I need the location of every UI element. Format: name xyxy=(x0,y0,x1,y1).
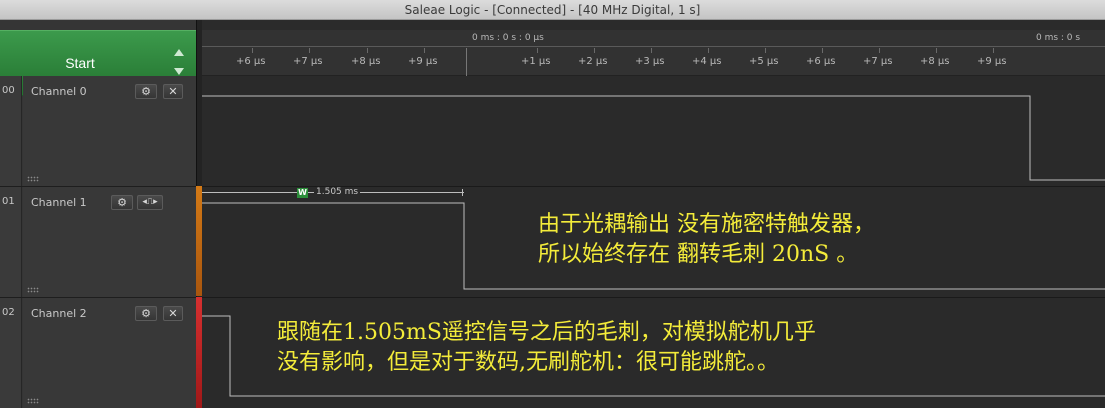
tick-label: +2 μs xyxy=(578,56,608,67)
channel-0-waveform xyxy=(202,95,1105,181)
channel-name[interactable]: Channel 2 xyxy=(31,307,87,320)
tick-mark xyxy=(993,48,994,53)
annotation-line: 没有影响，但是对于数码,无刷舵机：很可能跳舵。。 xyxy=(277,350,779,375)
tick-mark xyxy=(424,48,425,53)
channel-number: 00 xyxy=(2,85,15,96)
tick-mark xyxy=(879,48,880,53)
channel-label-area: Channel 1 ⚙ ◂⎍▸ xyxy=(23,187,196,297)
channel-name[interactable]: Channel 0 xyxy=(31,85,87,98)
tick-label: +7 μs xyxy=(863,56,893,67)
tick-mark xyxy=(936,48,937,53)
drag-grip-icon[interactable] xyxy=(27,176,39,182)
channel-row-1: 01 Channel 1 ⚙ ◂⎍▸ xyxy=(0,187,196,297)
time-origin-marker xyxy=(466,48,467,76)
time-marker-label: 0 ms : 0 s : 0 μs xyxy=(472,33,544,43)
annotation-line: 由于光耦输出 没有施密特触发器， xyxy=(538,212,875,237)
channel-number: 02 xyxy=(2,307,15,318)
tick-label: +9 μs xyxy=(977,56,1007,67)
width-measure-end xyxy=(462,189,463,196)
channel-label-area: Channel 2 ⚙ ✕ xyxy=(23,298,196,408)
scroll-down-arrow-icon[interactable] xyxy=(174,68,184,75)
tick-label: +3 μs xyxy=(635,56,665,67)
tick-label: +8 μs xyxy=(351,56,381,67)
channel-row-2: 02 Channel 2 ⚙ ✕ xyxy=(0,298,196,408)
channel-name[interactable]: Channel 1 xyxy=(31,196,87,209)
annotation-text-2: 跟随在1.505mS遥控信号之后的毛刺，对模拟舵机几乎 没有影响，但是对于数码,… xyxy=(277,318,816,378)
drag-grip-icon[interactable] xyxy=(27,398,39,404)
width-badge[interactable]: W xyxy=(297,188,308,198)
tick-label: +4 μs xyxy=(692,56,722,67)
scroll-up-arrow-icon[interactable] xyxy=(174,49,184,56)
ruler-line xyxy=(202,46,1105,47)
channel-stripe: 01 xyxy=(0,187,22,297)
close-icon[interactable]: ✕ xyxy=(163,306,183,321)
drag-grip-icon[interactable] xyxy=(27,287,39,293)
pulse-width-label: 1.505 ms xyxy=(314,187,361,197)
divider xyxy=(202,186,1105,187)
divider xyxy=(202,297,1105,298)
gear-icon[interactable]: ⚙ xyxy=(135,84,157,99)
channel-label-area: Channel 0 ⚙ ✕ xyxy=(23,76,196,186)
tick-label: +8 μs xyxy=(920,56,950,67)
channel-number: 01 xyxy=(2,196,15,207)
tick-mark xyxy=(309,48,310,53)
gear-icon[interactable]: ⚙ xyxy=(111,195,133,210)
tick-label: +5 μs xyxy=(749,56,779,67)
annotation-line: 跟随在1.505mS遥控信号之后的毛刺，对模拟舵机几乎 xyxy=(277,320,816,345)
window-title: Saleae Logic - [Connected] - [40 MHz Dig… xyxy=(0,0,1105,20)
tick-label: +9 μs xyxy=(408,56,438,67)
tick-label: +6 μs xyxy=(236,56,266,67)
tick-label: +6 μs xyxy=(806,56,836,67)
annotation-line: 所以始终存在 翻转毛刺 20nS 。 xyxy=(538,242,859,267)
channel-0-track[interactable] xyxy=(202,76,1105,186)
close-icon[interactable]: ✕ xyxy=(163,84,183,99)
tick-label: +1 μs xyxy=(521,56,551,67)
time-marker-label-right: 0 ms : 0 s xyxy=(1036,33,1081,43)
channel-stripe: 02 xyxy=(0,298,22,408)
trigger-pulse-icon[interactable]: ◂⎍▸ xyxy=(137,195,163,210)
channel-panel: Start 00 Channel 0 ⚙ ✕ 01 Channel 1 ⚙ ◂⎍… xyxy=(0,20,196,408)
gear-icon[interactable]: ⚙ xyxy=(135,306,157,321)
tick-mark xyxy=(822,48,823,53)
time-ruler[interactable]: 0 ms : 0 s : 0 μs 0 ms : 0 s +6 μs +7 μs… xyxy=(202,30,1105,76)
tick-mark xyxy=(765,48,766,53)
tick-label: +7 μs xyxy=(293,56,323,67)
tick-mark xyxy=(537,48,538,53)
tick-mark xyxy=(651,48,652,53)
tick-mark xyxy=(367,48,368,53)
tick-mark xyxy=(252,48,253,53)
tick-mark xyxy=(708,48,709,53)
channel-stripe: 00 xyxy=(0,76,22,186)
annotation-text-1: 由于光耦输出 没有施密特触发器， 所以始终存在 翻转毛刺 20nS 。 xyxy=(538,210,875,270)
tick-mark xyxy=(594,48,595,53)
channel-row-0: 00 Channel 0 ⚙ ✕ xyxy=(0,76,196,186)
